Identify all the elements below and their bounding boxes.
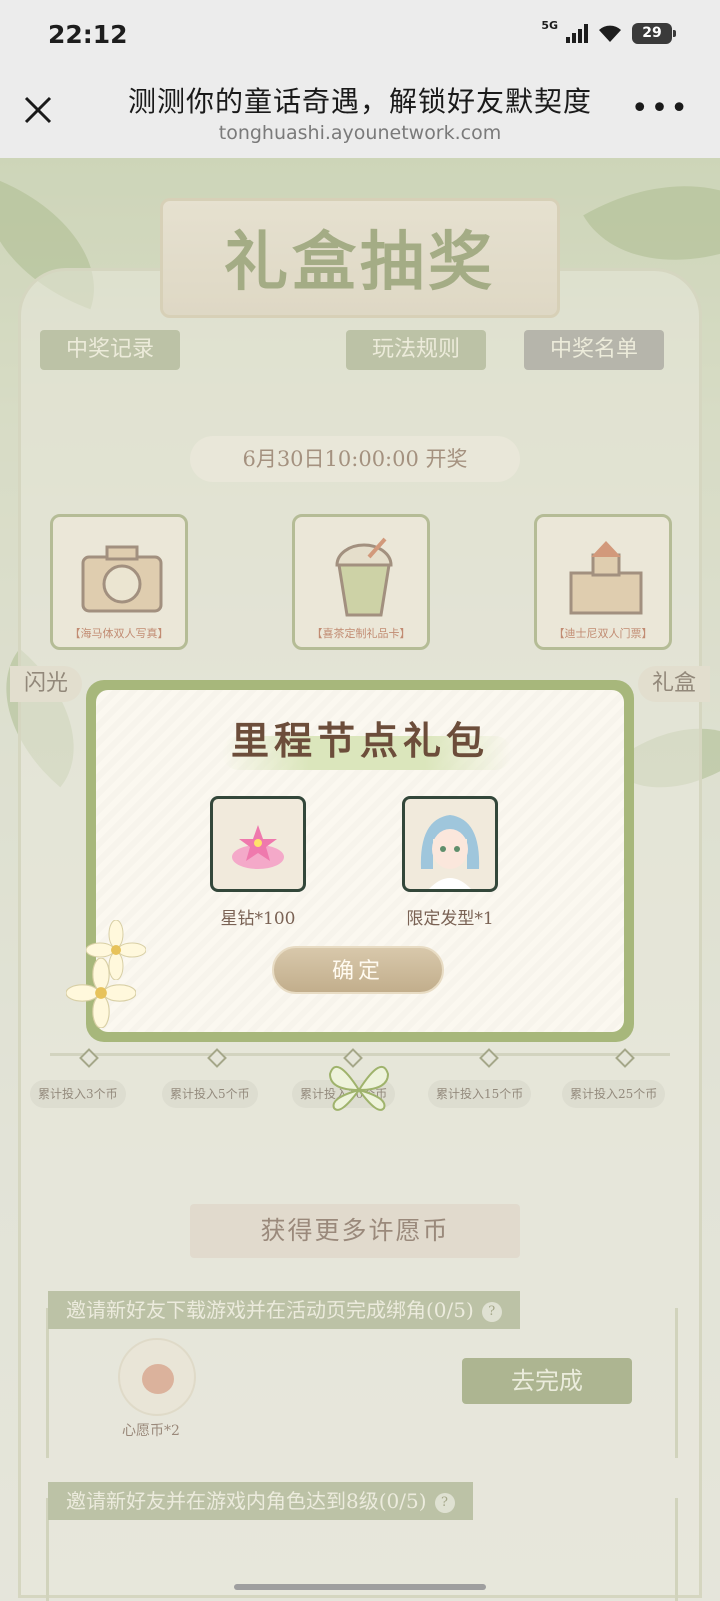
wifi-icon xyxy=(599,25,621,42)
modal-title: 里程节点礼包 xyxy=(230,718,489,763)
status-icons: 5G 29 xyxy=(541,18,676,44)
status-bar: 22:12 5G 29 xyxy=(0,0,720,66)
hairstyle-avatar-icon xyxy=(420,815,480,889)
butterfly-close-icon[interactable] xyxy=(326,1060,392,1120)
more-options-button[interactable]: ••• xyxy=(631,94,690,124)
battery-icon: 29 xyxy=(632,22,676,44)
browser-title-bar: 测测你的童话奇遇，解锁好友默契度 tonghuashi.ayounetwork.… xyxy=(0,66,720,158)
reward-item-hairstyle xyxy=(402,796,498,892)
milestone-gift-modal: 里程节点礼包 星钻*100 限定发型*1 确定 xyxy=(66,680,634,1042)
network-type: 5G xyxy=(541,18,558,32)
lily-flower-icon xyxy=(66,958,136,1028)
page-title: 测测你的童话奇遇，解锁好友默契度 xyxy=(127,85,592,118)
status-time: 22:12 xyxy=(48,20,128,49)
reward-label: 限定发型*1 xyxy=(406,909,494,929)
signal-icon xyxy=(566,23,588,43)
modal-body: 里程节点礼包 星钻*100 限定发型*1 确定 xyxy=(96,690,624,1032)
home-indicator[interactable] xyxy=(234,1584,486,1590)
close-icon[interactable] xyxy=(18,90,58,130)
confirm-button[interactable]: 确定 xyxy=(272,946,444,994)
page-url: tonghuashi.ayounetwork.com xyxy=(218,122,502,144)
reward-item-star-diamond xyxy=(210,796,306,892)
reward-label: 星钻*100 xyxy=(220,909,296,929)
star-diamond-icon xyxy=(232,825,284,869)
